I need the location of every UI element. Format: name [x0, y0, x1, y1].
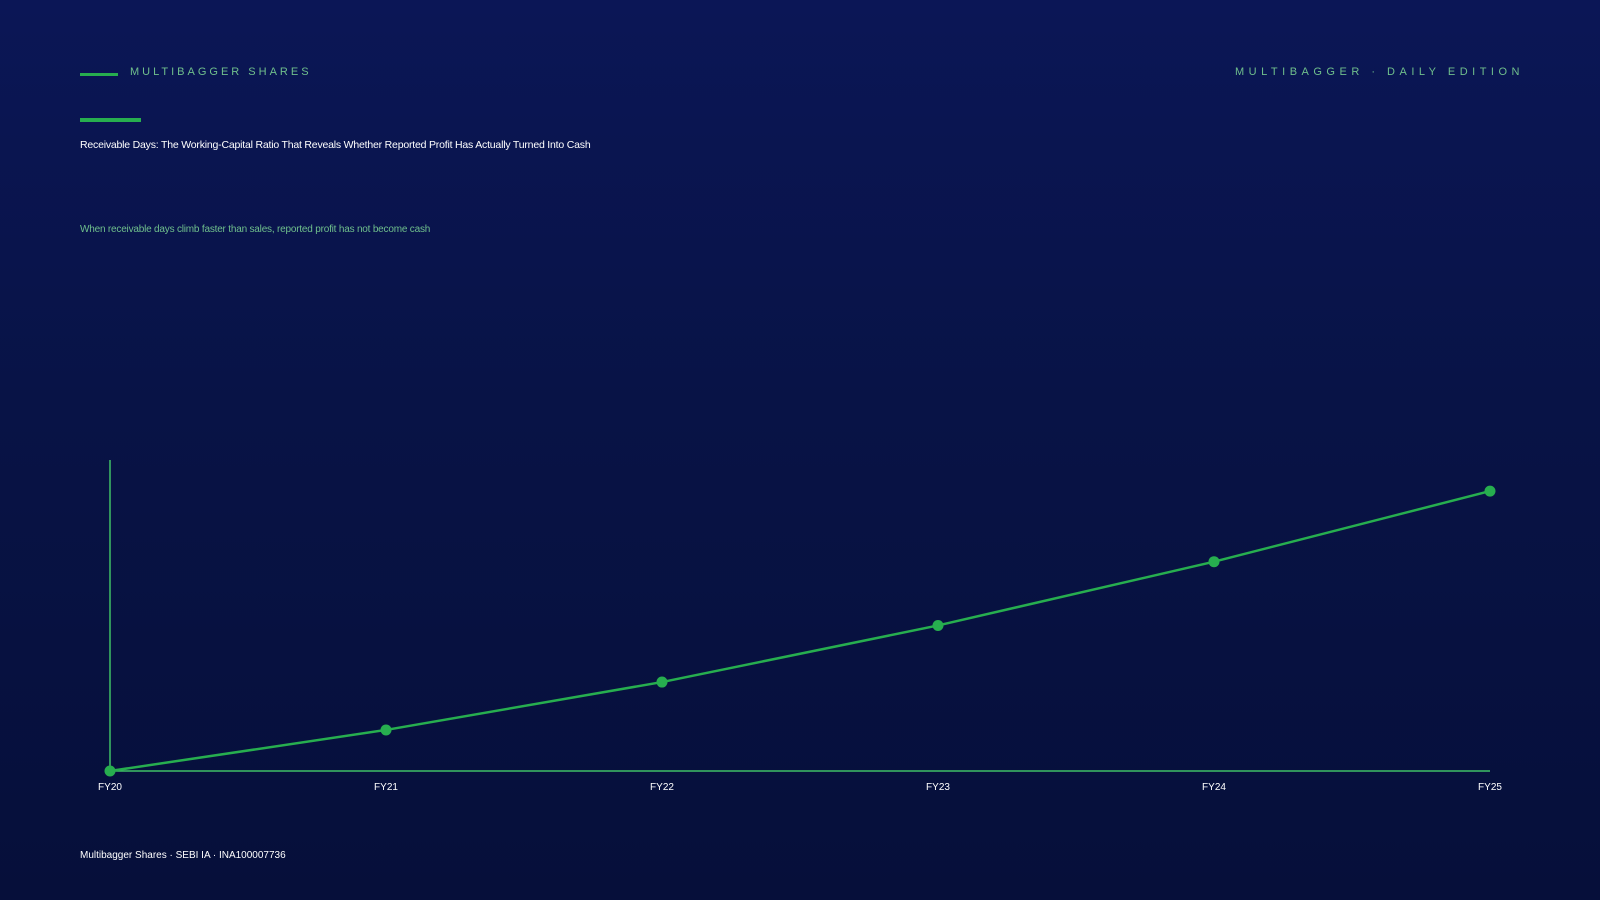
data-point [1484, 485, 1496, 497]
chart-axes [109, 460, 1490, 772]
line-chart: FY20 FY21 FY22 FY23 FY24 FY25 [98, 460, 1502, 793]
footer-credit: Multibagger Shares · SEBI IA · INA100007… [80, 850, 286, 861]
data-point [932, 619, 944, 631]
chart-x-ticks: FY20 FY21 FY22 FY23 FY24 FY25 [98, 782, 1502, 793]
data-point [104, 765, 116, 777]
x-tick-label: FY21 [374, 782, 398, 793]
chart-series [104, 485, 1496, 777]
data-point [1208, 556, 1220, 568]
x-tick-label: FY22 [650, 782, 674, 793]
x-tick-label: FY23 [926, 782, 950, 793]
x-tick-label: FY24 [1202, 782, 1226, 793]
x-tick-label: FY25 [1478, 782, 1502, 793]
data-point [656, 676, 668, 688]
series-line [109, 489, 1491, 773]
x-tick-label: FY20 [98, 782, 122, 793]
data-point [380, 724, 392, 736]
